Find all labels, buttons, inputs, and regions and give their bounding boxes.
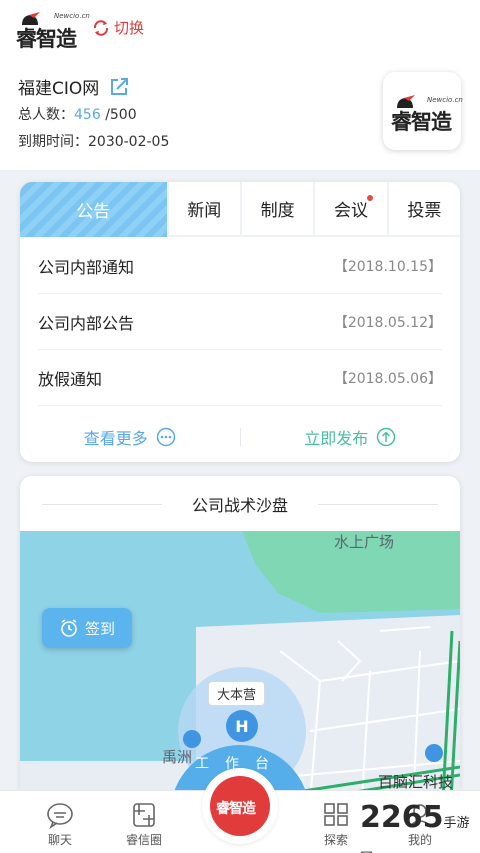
home-logo-circle: 睿智造 — [210, 776, 270, 836]
notice-title: 放假通知 — [38, 369, 103, 389]
company-header: 福建CIO网 总人数：456 /500 到期时间：2030-02-05 Newc… — [0, 60, 480, 170]
tab-news[interactable]: 新闻 — [166, 182, 240, 237]
notice-card: 公告 新闻 制度 会议 投票 公司内部通知 【2018.10.15】 公司内部公… — [20, 182, 460, 462]
map-label-water-plaza: 水上广场 — [334, 533, 395, 551]
checkin-button[interactable]: 签到 — [42, 608, 132, 648]
site-watermark: 2265手游网 — [360, 800, 480, 853]
view-more-button[interactable]: 查看更多 — [20, 412, 240, 462]
tab-label: 新闻 — [187, 201, 222, 221]
view-more-label: 查看更多 — [83, 429, 148, 448]
home-center-button[interactable]: 睿智造 — [204, 770, 276, 842]
notice-title: 公司内部公告 — [38, 313, 135, 333]
nav-label: 探索 — [323, 833, 348, 847]
checkin-label: 签到 — [84, 619, 115, 638]
unread-badge — [366, 195, 373, 201]
notice-tabs: 公告 新闻 制度 会议 投票 — [20, 182, 460, 237]
home-logo-text: 睿智造 — [216, 801, 256, 817]
chat-icon — [47, 803, 73, 829]
members-total: /500 — [105, 107, 137, 123]
notice-date: 【2018.05.12】 — [333, 314, 442, 331]
member-count: 总人数：456 /500 — [18, 104, 137, 124]
list-item[interactable]: 放假通知 【2018.05.06】 — [38, 350, 442, 406]
members-count: 456 — [74, 107, 101, 123]
grid-icon — [324, 803, 348, 826]
upload-icon — [377, 427, 396, 447]
nav-moments[interactable]: 睿信圈 — [104, 791, 184, 853]
logo-subtext: Newcio.cn — [54, 12, 90, 20]
notice-date: 【2018.10.15】 — [333, 258, 442, 275]
edit-icon[interactable] — [109, 77, 129, 97]
tab-vote[interactable]: 投票 — [386, 182, 460, 237]
aperture-icon — [133, 803, 155, 827]
publish-label: 立即发布 — [304, 429, 369, 448]
members-label: 总人数： — [18, 107, 74, 123]
expire-value: 2030-02-05 — [88, 134, 170, 150]
list-item[interactable]: 公司内部通知 【2018.10.15】 — [38, 238, 442, 294]
map-label-bainaohui: 百脑汇科技 — [378, 773, 454, 791]
nav-label: 睿信圈 — [125, 833, 162, 847]
nav-label: 聊天 — [47, 833, 72, 847]
refresh-icon — [93, 19, 109, 36]
tab-label: 投票 — [407, 201, 442, 221]
tab-meeting[interactable]: 会议 — [313, 182, 387, 237]
list-item[interactable]: 公司内部公告 【2018.05.12】 — [38, 294, 442, 350]
nav-chat[interactable]: 聊天 — [20, 791, 100, 853]
more-dots-icon — [156, 427, 175, 447]
top-bar: Newcio.cn 睿智造 切换 — [0, 0, 480, 60]
logo-text: 睿智造 — [16, 27, 77, 51]
company-avatar[interactable]: Newcio.cn 睿智造 — [383, 72, 463, 150]
map-label-headquarters: 大本营 — [208, 681, 266, 706]
company-name-row: 福建CIO网 — [18, 74, 129, 99]
notice-title: 公司内部通知 — [38, 257, 135, 277]
tab-label: 公告 — [76, 202, 111, 222]
tab-policy[interactable]: 制度 — [239, 182, 314, 237]
notice-date: 【2018.05.06】 — [333, 370, 442, 387]
expire-date: 到期时间：2030-02-05 — [18, 131, 169, 151]
publish-button[interactable]: 立即发布 — [241, 412, 461, 462]
tab-announcement[interactable]: 公告 — [20, 182, 167, 237]
avatar-logo-text: 睿智造 — [391, 110, 452, 134]
map-title: 公司战术沙盘 — [20, 476, 460, 531]
alarm-clock-icon — [61, 619, 77, 637]
switch-button[interactable]: 切换 — [92, 17, 144, 38]
company-name: 福建CIO网 — [18, 79, 100, 99]
app-logo[interactable]: Newcio.cn 睿智造 — [16, 10, 90, 51]
notice-actions: 查看更多 立即发布 — [20, 412, 460, 462]
expire-label: 到期时间： — [18, 134, 88, 150]
avatar-logo-subtext: Newcio.cn — [427, 96, 463, 104]
svg-text:H: H — [235, 717, 248, 736]
tab-label: 制度 — [260, 201, 295, 221]
switch-label: 切换 — [114, 19, 145, 37]
tab-label: 会议 — [334, 201, 368, 221]
map-label-yuzhou: 禹洲 — [162, 748, 193, 766]
watermark-number: 2265 — [360, 800, 444, 835]
